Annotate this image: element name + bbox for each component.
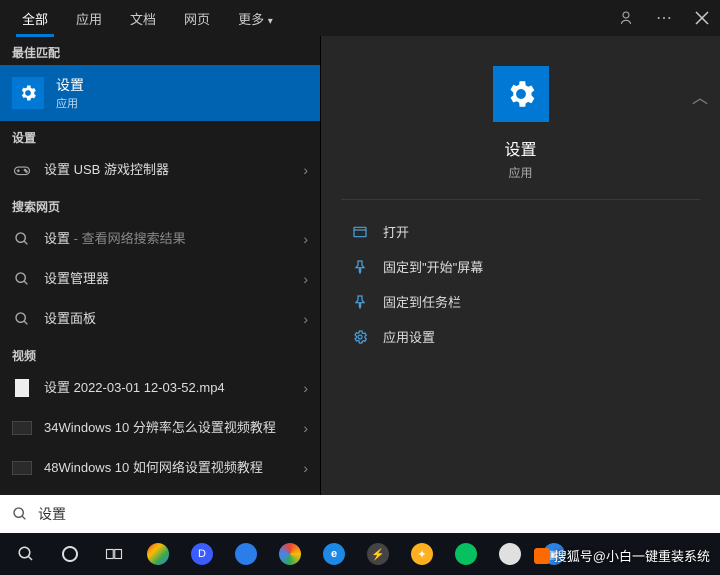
taskbar-app-7[interactable]: ✦ [402, 536, 442, 572]
best-match-sub: 应用 [56, 95, 84, 111]
taskbar-app-3[interactable] [226, 536, 266, 572]
tab-docs[interactable]: 文档 [116, 1, 170, 36]
open-icon [351, 224, 369, 240]
chevron-up-icon[interactable]: ︿ [692, 84, 708, 108]
chevron-right-icon: › [303, 231, 308, 247]
results-panel: 最佳匹配 设置 应用 设置 设置 USB 游戏控制器 › 搜索网页 设置 - 查… [0, 36, 320, 495]
taskbar-cortana[interactable] [50, 536, 90, 572]
watermark: 搜狐号@小白一键重装系统 [534, 546, 710, 565]
search-icon [12, 229, 32, 249]
detail-panel: ︿ 设置 应用 打开 固定到"开始"屏幕 固定到任务栏 应用设置 [320, 36, 720, 495]
gear-icon [12, 77, 44, 109]
video-thumb-icon [12, 458, 32, 478]
best-match-header: 最佳匹配 [0, 36, 320, 65]
taskbar-app-1[interactable] [138, 536, 178, 572]
search-web-header: 搜索网页 [0, 190, 320, 219]
taskbar: D e ⚡ ✦ ▣ 搜狐号@小白一键重装系统 [0, 533, 720, 575]
tab-web[interactable]: 网页 [170, 1, 224, 36]
result-settings-panel[interactable]: 设置面板 › [0, 299, 320, 339]
search-bar[interactable] [0, 495, 720, 533]
search-input[interactable] [38, 506, 708, 522]
best-match-item[interactable]: 设置 应用 [0, 65, 320, 121]
chevron-right-icon: › [303, 380, 308, 396]
tab-more[interactable]: 更多 ▾ [224, 1, 287, 36]
result-usb-controller[interactable]: 设置 USB 游戏控制器 › [0, 150, 320, 190]
pin-icon [351, 259, 369, 275]
gear-icon [493, 66, 549, 122]
chevron-right-icon: › [303, 311, 308, 327]
taskbar-app-5[interactable]: e [314, 536, 354, 572]
taskbar-taskview[interactable] [94, 536, 134, 572]
controller-icon [12, 160, 32, 180]
gear-icon [351, 329, 369, 345]
tab-apps[interactable]: 应用 [62, 1, 116, 36]
close-icon[interactable] [692, 8, 712, 28]
chevron-right-icon: › [303, 162, 308, 178]
taskbar-app-8[interactable] [446, 536, 486, 572]
video-thumb-icon [12, 418, 32, 438]
result-video-3[interactable]: 48Windows 10 如何网络设置视频教程 › [0, 448, 320, 488]
search-icon [12, 506, 28, 522]
taskbar-app-9[interactable] [490, 536, 530, 572]
video-file-icon [12, 378, 32, 398]
chevron-right-icon: › [303, 271, 308, 287]
video-header: 视频 [0, 339, 320, 368]
more-options-icon[interactable]: ⋯ [654, 8, 674, 28]
action-app-settings[interactable]: 应用设置 [341, 319, 700, 354]
chevron-right-icon: › [303, 420, 308, 436]
result-device-manager[interactable]: 设置管理器 › [0, 259, 320, 299]
taskbar-search[interactable] [6, 536, 46, 572]
chevron-right-icon: › [303, 460, 308, 476]
taskbar-app-2[interactable]: D [182, 536, 222, 572]
action-pin-start[interactable]: 固定到"开始"屏幕 [341, 249, 700, 284]
pin-icon [351, 294, 369, 310]
taskbar-app-6[interactable]: ⚡ [358, 536, 398, 572]
action-pin-taskbar[interactable]: 固定到任务栏 [341, 284, 700, 319]
settings-header: 设置 [0, 121, 320, 150]
detail-title: 设置 [504, 136, 536, 160]
best-match-title: 设置 [56, 75, 84, 95]
taskbar-app-4[interactable] [270, 536, 310, 572]
action-open[interactable]: 打开 [341, 214, 700, 249]
result-video-1[interactable]: 设置 2022-03-01 12-03-52.mp4 › [0, 368, 320, 408]
result-web-search[interactable]: 设置 - 查看网络搜索结果 › [0, 219, 320, 259]
result-video-2[interactable]: 34Windows 10 分辨率怎么设置视频教程 › [0, 408, 320, 448]
tab-all[interactable]: 全部 [8, 1, 62, 36]
search-icon [12, 309, 32, 329]
detail-sub: 应用 [508, 164, 532, 181]
feedback-icon[interactable] [616, 8, 636, 28]
search-icon [12, 269, 32, 289]
tab-bar: 全部 应用 文档 网页 更多 ▾ ⋯ [0, 0, 720, 36]
